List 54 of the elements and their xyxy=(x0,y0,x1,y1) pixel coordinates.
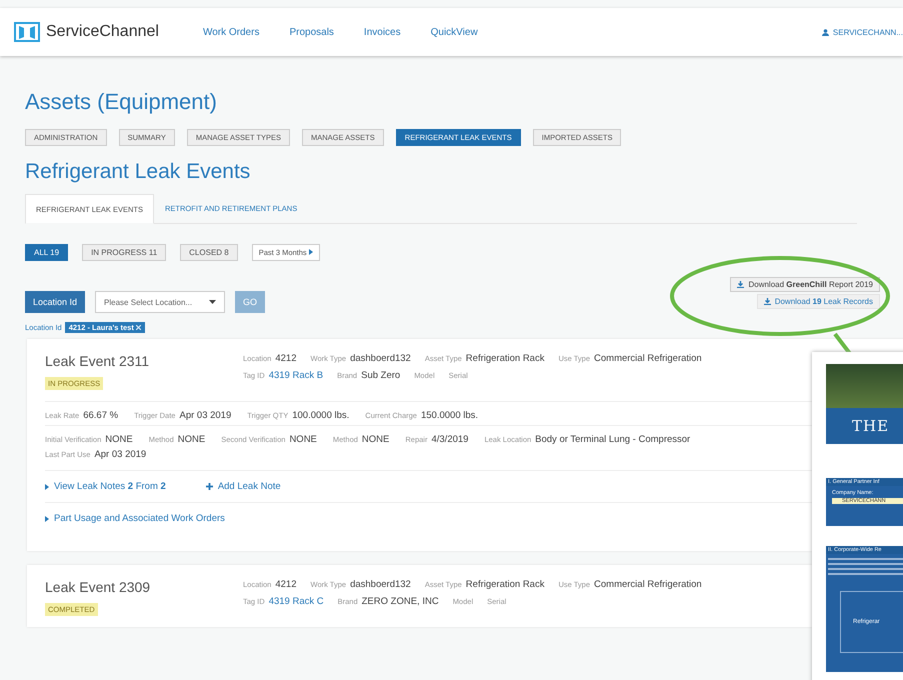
user-icon xyxy=(822,28,829,36)
field-value: 150.0000 lbs. xyxy=(420,410,478,421)
field-value: 66.67 % xyxy=(83,410,118,421)
field-value: Body or Terminal Lung - Compressor xyxy=(535,434,690,445)
field-value: Apr 03 2019 xyxy=(94,449,146,460)
download-icon xyxy=(737,281,744,288)
expand-arrow-icon xyxy=(45,484,49,490)
download-icon xyxy=(764,298,771,305)
add-note-link[interactable]: Add Leak Note xyxy=(218,481,281,492)
event-title: Leak Event 2309 xyxy=(45,578,152,594)
field-value: Apr 03 2019 xyxy=(179,410,232,421)
page-title: Assets (Equipment) xyxy=(25,89,218,115)
field-value: dashboerd132 xyxy=(350,353,411,364)
status-filter[interactable]: ALL 19 xyxy=(25,244,68,261)
nav-link[interactable]: Invoices xyxy=(364,26,401,38)
expand-arrow-icon xyxy=(45,516,49,522)
plus-icon xyxy=(206,483,213,490)
field-value: dashboerd132 xyxy=(350,578,411,590)
field-value: ZERO ZONE, INC xyxy=(362,596,439,606)
field-value: Refrigeration Rack xyxy=(466,353,544,364)
field-value: 100.0000 lbs. xyxy=(292,410,350,421)
field-value: NONE xyxy=(105,434,133,445)
field-value: Refrigeration Rack xyxy=(466,578,544,590)
download-button[interactable]: Download 19 Leak Records xyxy=(756,294,880,309)
caret-icon xyxy=(308,249,313,255)
status-filter[interactable]: CLOSED 8 xyxy=(180,244,238,261)
field-value: Sub Zero xyxy=(361,370,400,381)
field-value: 4/3/2019 xyxy=(431,434,468,445)
section-title: Refrigerant Leak Events xyxy=(25,160,252,184)
report-banner: THE xyxy=(826,408,903,444)
nav-link[interactable]: Proposals xyxy=(289,26,334,38)
download-button[interactable]: Download GreenChill Report 2019 xyxy=(730,277,880,292)
brand-name: ServiceChannel xyxy=(46,23,159,41)
field-value: 4212 xyxy=(275,353,296,364)
field-value: NONE xyxy=(289,434,317,445)
location-id-button[interactable]: Location Id xyxy=(25,291,86,313)
nav-link[interactable]: QuickView xyxy=(430,26,478,38)
tag-link[interactable]: 4319 Rack B xyxy=(268,370,324,381)
status-filter[interactable]: IN PROGRESS 11 xyxy=(82,244,166,261)
caret-icon xyxy=(209,300,216,304)
logo-icon xyxy=(14,21,40,43)
field-value: Commercial Refrigeration xyxy=(594,353,702,364)
field-value: NONE xyxy=(178,434,206,445)
user-menu[interactable]: SERVICECHANN... xyxy=(822,28,903,36)
location-select[interactable]: Please Select Location... xyxy=(95,291,226,313)
field-value: 4212 xyxy=(275,578,296,590)
part-usage-link[interactable]: Part Usage and Associated Work Orders xyxy=(54,513,225,524)
tag-link[interactable]: 4319 Rack C xyxy=(268,596,324,606)
event-title: Leak Event 2311 xyxy=(45,353,150,369)
close-icon xyxy=(136,325,141,330)
field-value: Commercial Refrigeration xyxy=(594,578,702,590)
leak-notes-link[interactable]: View Leak Notes 2 From 2 xyxy=(54,481,166,492)
field-value: NONE xyxy=(362,434,390,445)
nav-link[interactable]: Work Orders xyxy=(202,26,260,38)
